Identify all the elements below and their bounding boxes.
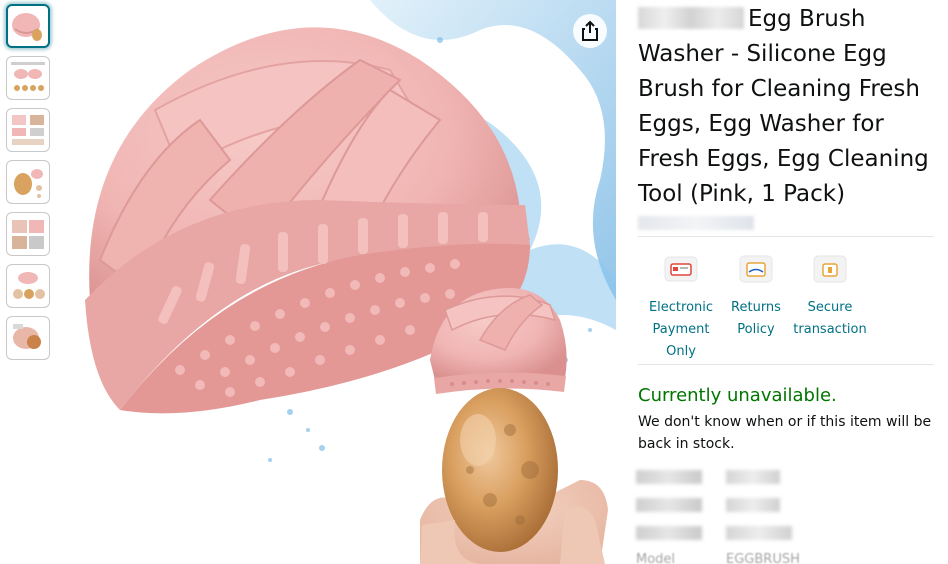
spec-value bbox=[726, 526, 792, 540]
thumbnail-4[interactable] bbox=[6, 160, 50, 204]
thumbnail-5[interactable] bbox=[6, 212, 50, 256]
divider bbox=[638, 236, 934, 237]
rating-summary[interactable] bbox=[638, 216, 754, 230]
divider bbox=[638, 364, 934, 365]
spec-key bbox=[636, 498, 702, 512]
product-title-text: Egg Brush Washer - Silicone Egg Brush fo… bbox=[638, 6, 929, 207]
product-specs: Model EGGBRUSH bbox=[636, 466, 936, 564]
payment-card-icon bbox=[659, 247, 703, 291]
secure-lock-icon bbox=[808, 247, 852, 291]
feature-label: Secure transaction bbox=[793, 300, 867, 337]
feature-label: Returns Policy bbox=[731, 300, 781, 337]
spec-row bbox=[636, 522, 936, 546]
spec-row: Model EGGBRUSH bbox=[636, 550, 936, 564]
product-title: Egg Brush Washer - Silicone Egg Brush fo… bbox=[638, 2, 938, 212]
trust-badges: Electronic Payment Only Returns Policy S… bbox=[638, 247, 934, 363]
thumbnail-strip bbox=[6, 4, 52, 368]
thumbnail-1[interactable] bbox=[6, 4, 50, 48]
feature-electronic-payment[interactable]: Electronic Payment Only bbox=[641, 247, 721, 363]
returns-box-icon bbox=[734, 247, 778, 291]
thumbnail-image bbox=[12, 13, 42, 41]
product-photo bbox=[85, 0, 616, 564]
share-button[interactable] bbox=[573, 14, 607, 48]
thumbnail-image bbox=[12, 115, 44, 145]
thumbnail-3[interactable] bbox=[6, 108, 50, 152]
thumbnail-image bbox=[13, 324, 41, 349]
spec-value bbox=[726, 470, 780, 484]
feature-returns-policy[interactable]: Returns Policy bbox=[716, 247, 796, 341]
feature-secure-transaction[interactable]: Secure transaction bbox=[790, 247, 870, 341]
thumbnail-7[interactable] bbox=[6, 316, 50, 360]
spec-row bbox=[636, 466, 936, 490]
spec-value bbox=[726, 498, 780, 512]
thumbnail-image bbox=[13, 272, 45, 299]
availability-note: We don't know when or if this item will … bbox=[638, 414, 932, 452]
main-product-image[interactable] bbox=[60, 0, 616, 564]
spec-key bbox=[636, 470, 702, 484]
spec-value-text: EGGBRUSH bbox=[726, 552, 800, 564]
spec-row bbox=[636, 494, 936, 518]
availability-status: Currently unavailable. bbox=[638, 385, 837, 406]
thumbnail-image bbox=[12, 220, 44, 249]
thumbnail-image bbox=[14, 169, 43, 198]
thumbnail-2[interactable] bbox=[6, 56, 50, 100]
thumbnail-6[interactable] bbox=[6, 264, 50, 308]
spec-key bbox=[636, 526, 702, 540]
thumbnail-image bbox=[11, 62, 45, 91]
brand-name[interactable] bbox=[638, 7, 744, 29]
spec-key-text: Model bbox=[636, 552, 676, 564]
feature-label: Electronic Payment Only bbox=[648, 300, 714, 359]
share-icon bbox=[582, 20, 598, 41]
